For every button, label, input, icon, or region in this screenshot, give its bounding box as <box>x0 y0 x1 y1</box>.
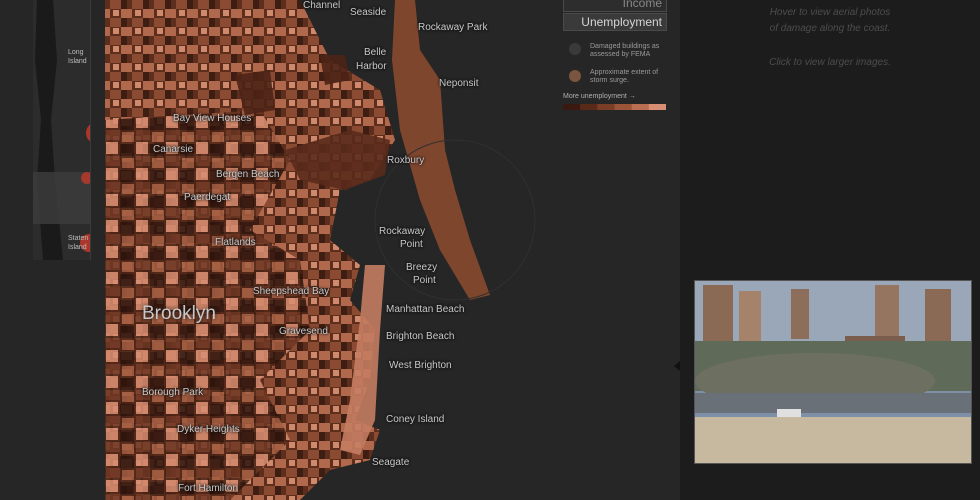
storm-surge-legend-icon <box>569 70 581 82</box>
place-label: Belle <box>364 47 387 58</box>
legend-text: Damaged buildings as <box>590 43 660 50</box>
place-label: Gravesend <box>279 326 328 337</box>
inset-label: Island <box>68 244 87 251</box>
place-label: Sheepshead Bay <box>253 286 330 297</box>
place-label: Neponsit <box>439 78 479 89</box>
map-area[interactable]: Channel Seaside Rockaway Park Belle Harb… <box>0 0 680 500</box>
inset-label: Long <box>68 49 84 56</box>
place-label: Brighton Beach <box>386 331 455 342</box>
inset-label: Island <box>68 58 87 65</box>
legend-text: Approximate extent of <box>590 69 659 76</box>
unemployment-toggle-button[interactable]: Unemployment <box>563 13 667 31</box>
place-label: Breezy <box>406 262 438 273</box>
color-scale-step <box>580 104 598 110</box>
place-label: Seagate <box>372 457 410 468</box>
hint-text: Hover to view aerial photos <box>769 7 891 18</box>
place-label: Rockaway <box>379 226 426 237</box>
place-label: Bergen Beach <box>216 169 280 180</box>
place-label: Seaside <box>350 7 387 18</box>
unemployment-color-scale <box>563 104 666 110</box>
place-label: Rockaway Park <box>418 22 488 33</box>
place-label: Paerdegat <box>184 192 231 203</box>
color-scale-step <box>614 104 633 110</box>
place-label: Roxbury <box>387 155 425 166</box>
overview-inset-map[interactable]: Long Island Staten Island <box>33 0 91 260</box>
place-label: Flatlands <box>215 237 256 248</box>
place-label: Borough Park <box>142 387 204 398</box>
place-label: Manhattan Beach <box>386 304 465 315</box>
place-label: Fort Hamilton <box>178 483 239 494</box>
place-label: Coney Island <box>386 414 445 425</box>
color-scale-step <box>631 104 650 110</box>
aerial-photo[interactable] <box>694 280 972 464</box>
color-scale-step <box>597 104 615 110</box>
hint-text: Click to view larger images. <box>769 57 891 68</box>
place-label: Point <box>400 239 423 250</box>
place-label: West Brighton <box>389 360 452 371</box>
inset-map-graphic <box>33 0 90 260</box>
legend-scale-label: More unemployment → <box>563 93 636 100</box>
aerial-photo-image <box>695 281 971 463</box>
legend-text: assessed by FEMA <box>590 51 651 58</box>
place-label: Canarsie <box>153 144 194 155</box>
place-label: Bay View Houses <box>173 113 252 124</box>
hint-text: of damage along the coast. <box>769 23 891 34</box>
place-label: Dyker Heights <box>177 424 240 435</box>
color-scale-step <box>563 104 581 110</box>
income-toggle-button[interactable]: Income <box>563 0 667 12</box>
place-label: Channel <box>303 0 341 11</box>
borough-label: Brooklyn <box>142 303 216 324</box>
damaged-buildings-legend-icon <box>569 43 581 55</box>
color-scale-step <box>648 104 666 110</box>
pointer-arrow <box>674 361 680 371</box>
inset-label: Staten <box>68 235 89 242</box>
legend-text: storm surge. <box>590 77 629 84</box>
place-label: Harbor <box>356 61 387 72</box>
place-label: Point <box>413 275 436 286</box>
